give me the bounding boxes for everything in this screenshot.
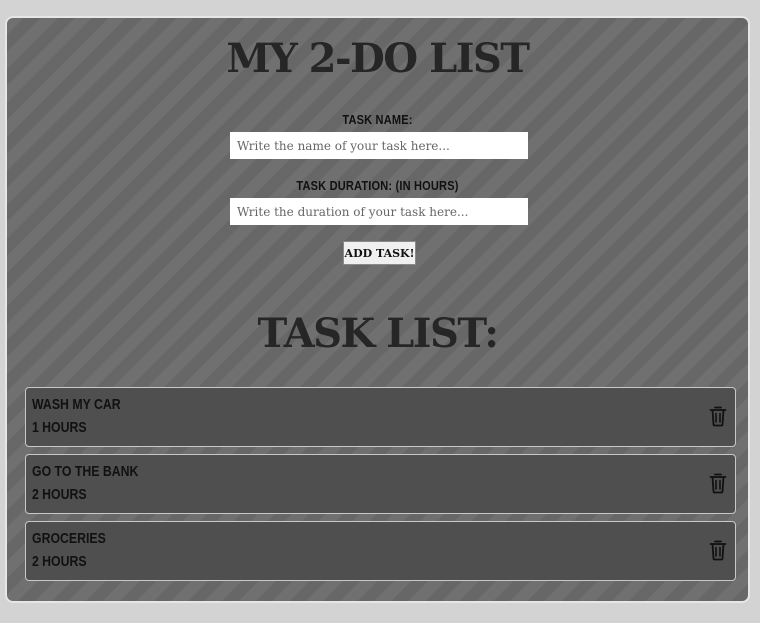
delete-task-button[interactable] (709, 539, 727, 561)
task-duration: 1 Hours (32, 419, 87, 436)
task-duration-value: 2 (32, 553, 39, 570)
task-duration-input[interactable] (230, 198, 528, 225)
task-duration-unit: Hours (42, 419, 87, 436)
task-item: Wash my car 1 Hours (25, 387, 736, 447)
task-duration-value: 1 (32, 419, 39, 436)
task-item: Groceries 2 Hours (25, 521, 736, 581)
task-name-label: Task Name: (342, 112, 413, 127)
task-name-input[interactable] (230, 132, 528, 159)
task-duration-value: 2 (32, 486, 39, 503)
task-duration: 2 Hours (32, 553, 87, 570)
trash-icon (709, 406, 727, 427)
delete-task-button[interactable] (709, 405, 727, 427)
task-duration-label: Task Duration: (In Hours) (296, 178, 459, 193)
task-name: Wash my car (32, 396, 121, 413)
task-duration-unit: Hours (42, 486, 87, 503)
task-duration-unit: Hours (42, 553, 87, 570)
delete-task-button[interactable] (709, 472, 727, 494)
task-list-title: Task List: (257, 310, 499, 357)
task-list: Wash my car 1 Hours Go to the bank 2 Hours (25, 387, 736, 588)
app-title: My 2-Do List (226, 35, 530, 82)
task-duration: 2 Hours (32, 486, 87, 503)
todo-app-panel: My 2-Do List Task Name: Task Duration: (… (5, 16, 750, 603)
add-task-button[interactable]: Add Task! (343, 241, 416, 265)
task-name: Go to the bank (32, 463, 139, 480)
task-item: Go to the bank 2 Hours (25, 454, 736, 514)
task-name: Groceries (32, 530, 106, 547)
trash-icon (709, 473, 727, 494)
trash-icon (709, 540, 727, 561)
